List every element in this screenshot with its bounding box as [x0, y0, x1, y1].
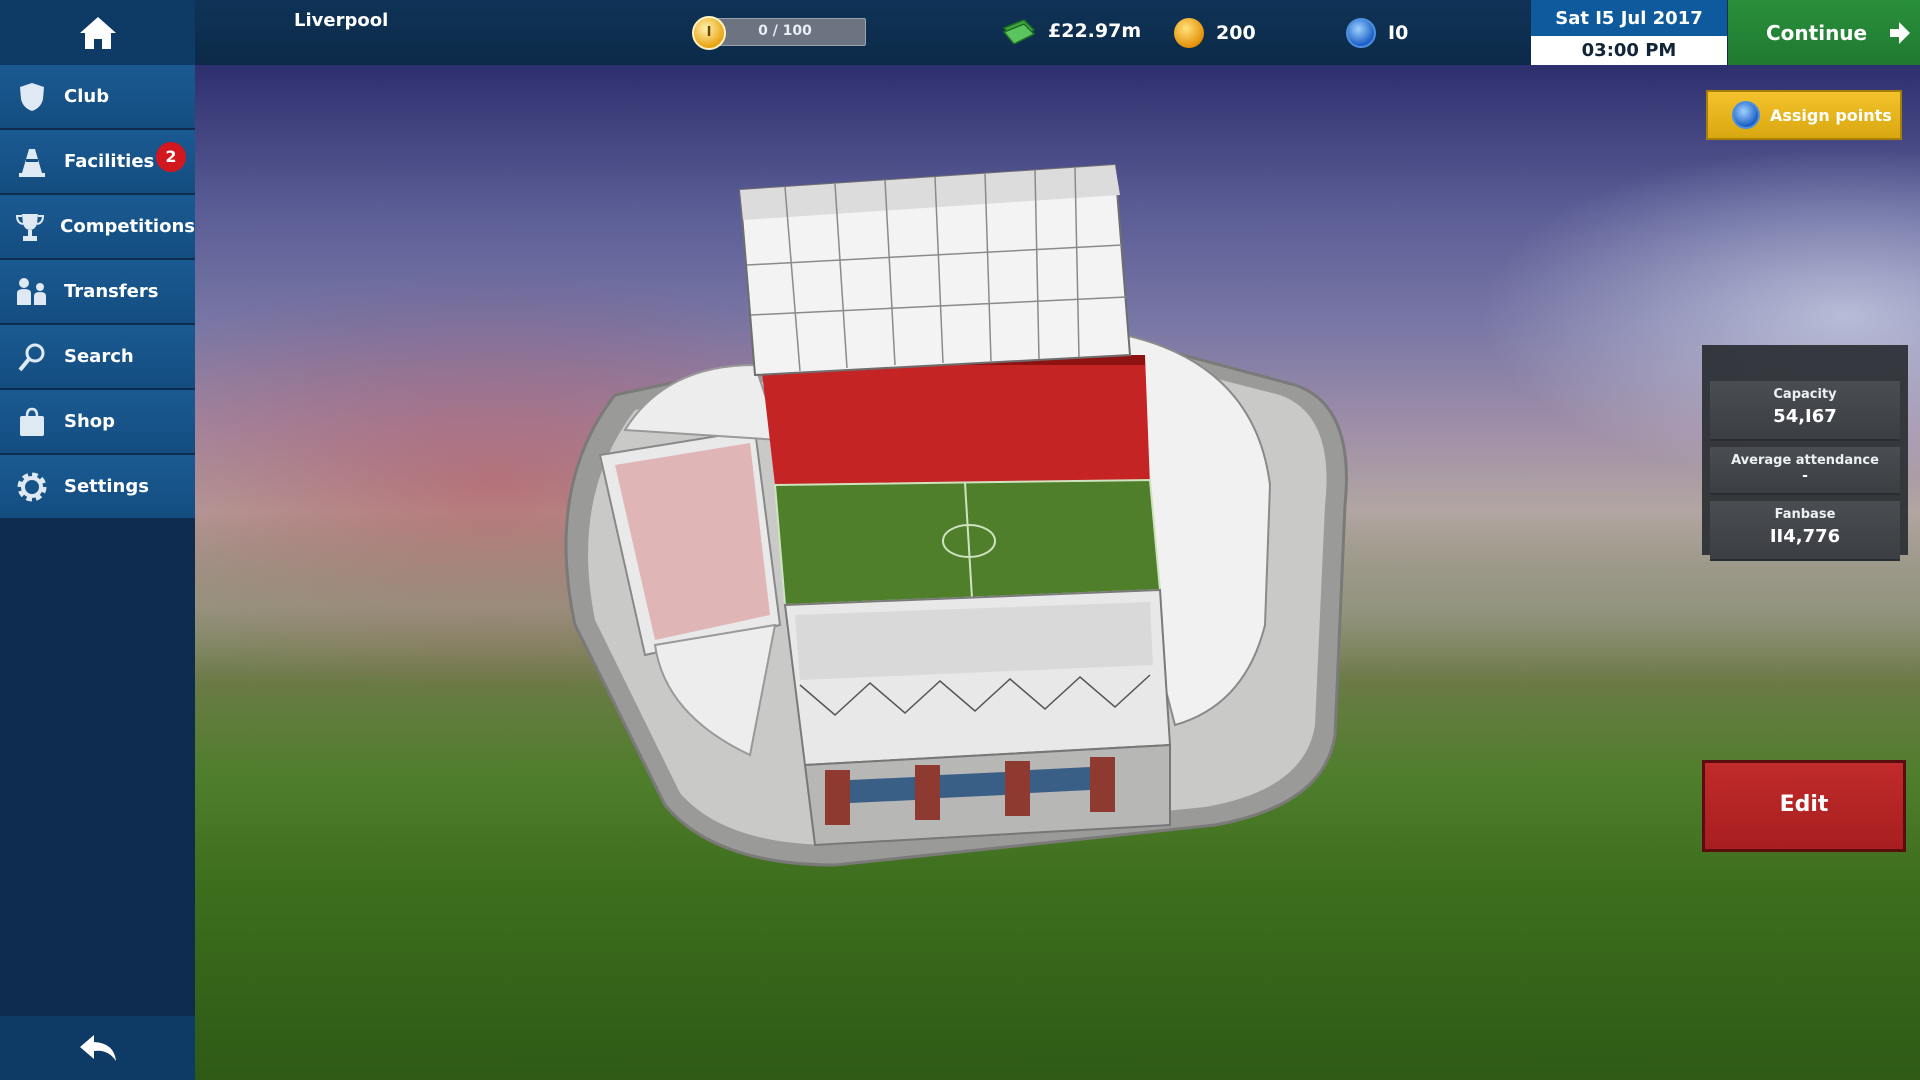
continue-label: Continue: [1766, 20, 1868, 45]
search-icon: [0, 342, 64, 372]
shield-icon: [0, 82, 64, 112]
assign-points-label: Assign points: [1770, 105, 1892, 125]
date-time-box: Sat I5 Jul 2017 03:00 PM: [1531, 0, 1727, 65]
sidebar-menu: Club Facilities 2 Competitions Transfers…: [0, 65, 195, 1080]
stat-label: Fanbase: [1774, 507, 1836, 522]
sidebar-item-transfers[interactable]: Transfers: [0, 260, 195, 323]
gem-icon: [1346, 18, 1376, 48]
home-button[interactable]: [0, 0, 195, 65]
arrow-right-icon: [1890, 22, 1910, 44]
top-bar: Liverpool 0 / 100 I £22.97m 200 I0 Sat I…: [0, 0, 1920, 65]
stadium-scene: [195, 65, 1920, 1080]
sidebar-item-club[interactable]: Club: [0, 65, 195, 128]
gems-value: I0: [1388, 22, 1409, 44]
current-date: Sat I5 Jul 2017: [1531, 0, 1727, 36]
current-time: 03:00 PM: [1531, 36, 1727, 65]
home-icon: [79, 16, 116, 49]
back-button[interactable]: [0, 1016, 195, 1080]
xp-level-badge: I: [692, 16, 726, 50]
sidebar-item-search[interactable]: Search: [0, 325, 195, 388]
edit-button[interactable]: Edit: [1702, 760, 1906, 852]
sidebar-item-competitions[interactable]: Competitions: [0, 195, 195, 258]
sidebar-item-label: Search: [64, 346, 134, 367]
xp-progress-bar: 0 / 100 I: [692, 16, 866, 50]
coin-icon: [1174, 18, 1204, 48]
sidebar-item-label: Facilities: [64, 151, 155, 172]
notification-badge: 2: [156, 142, 186, 172]
gem-icon: [1732, 101, 1760, 129]
sidebar-item-shop[interactable]: Shop: [0, 390, 195, 453]
fanbase-stat: Fanbase II4,776: [1710, 501, 1900, 561]
sidebar-item-label: Transfers: [64, 281, 159, 302]
trophy-icon: [0, 212, 60, 242]
stat-label: Average attendance: [1731, 453, 1879, 468]
gear-icon: [0, 470, 64, 504]
capacity-stat: Capacity 54,I67: [1710, 381, 1900, 441]
xp-track: 0 / 100: [704, 18, 866, 46]
money-value: £22.97m: [1048, 20, 1142, 42]
shopping-bag-icon: [0, 407, 64, 437]
sidebar-item-label: Shop: [64, 411, 116, 432]
assign-points-button[interactable]: Assign points: [1706, 90, 1902, 140]
stat-value: II4,776: [1769, 526, 1841, 547]
club-name: Liverpool: [294, 10, 389, 31]
stat-label: Capacity: [1773, 387, 1837, 402]
cone-icon: [0, 147, 64, 177]
sidebar-item-label: Club: [64, 86, 110, 107]
gems-stat: I0: [1346, 18, 1408, 48]
sidebar-item-settings[interactable]: Settings: [0, 455, 195, 518]
sidebar-item-facilities[interactable]: Facilities 2: [0, 130, 195, 193]
stadium-model[interactable]: [195, 65, 1920, 1080]
stat-value: 54,I67: [1773, 406, 1837, 427]
stat-value: -: [1802, 468, 1808, 484]
cash-icon: [1002, 19, 1036, 44]
xp-text: 0 / 100: [758, 23, 812, 39]
average-attendance-stat: Average attendance -: [1710, 447, 1900, 495]
continue-button[interactable]: Continue: [1728, 0, 1920, 65]
coins-value: 200: [1216, 22, 1256, 44]
stadium-stats-panel: Capacity 54,I67 Average attendance - Fan…: [1702, 345, 1908, 561]
money-stat: £22.97m: [1002, 18, 1141, 44]
sidebar-item-label: Competitions: [60, 216, 195, 237]
coins-stat: 200: [1174, 18, 1256, 48]
sidebar-item-label: Settings: [64, 476, 149, 497]
transfers-icon: [0, 277, 64, 307]
back-arrow-icon: [79, 1035, 116, 1061]
